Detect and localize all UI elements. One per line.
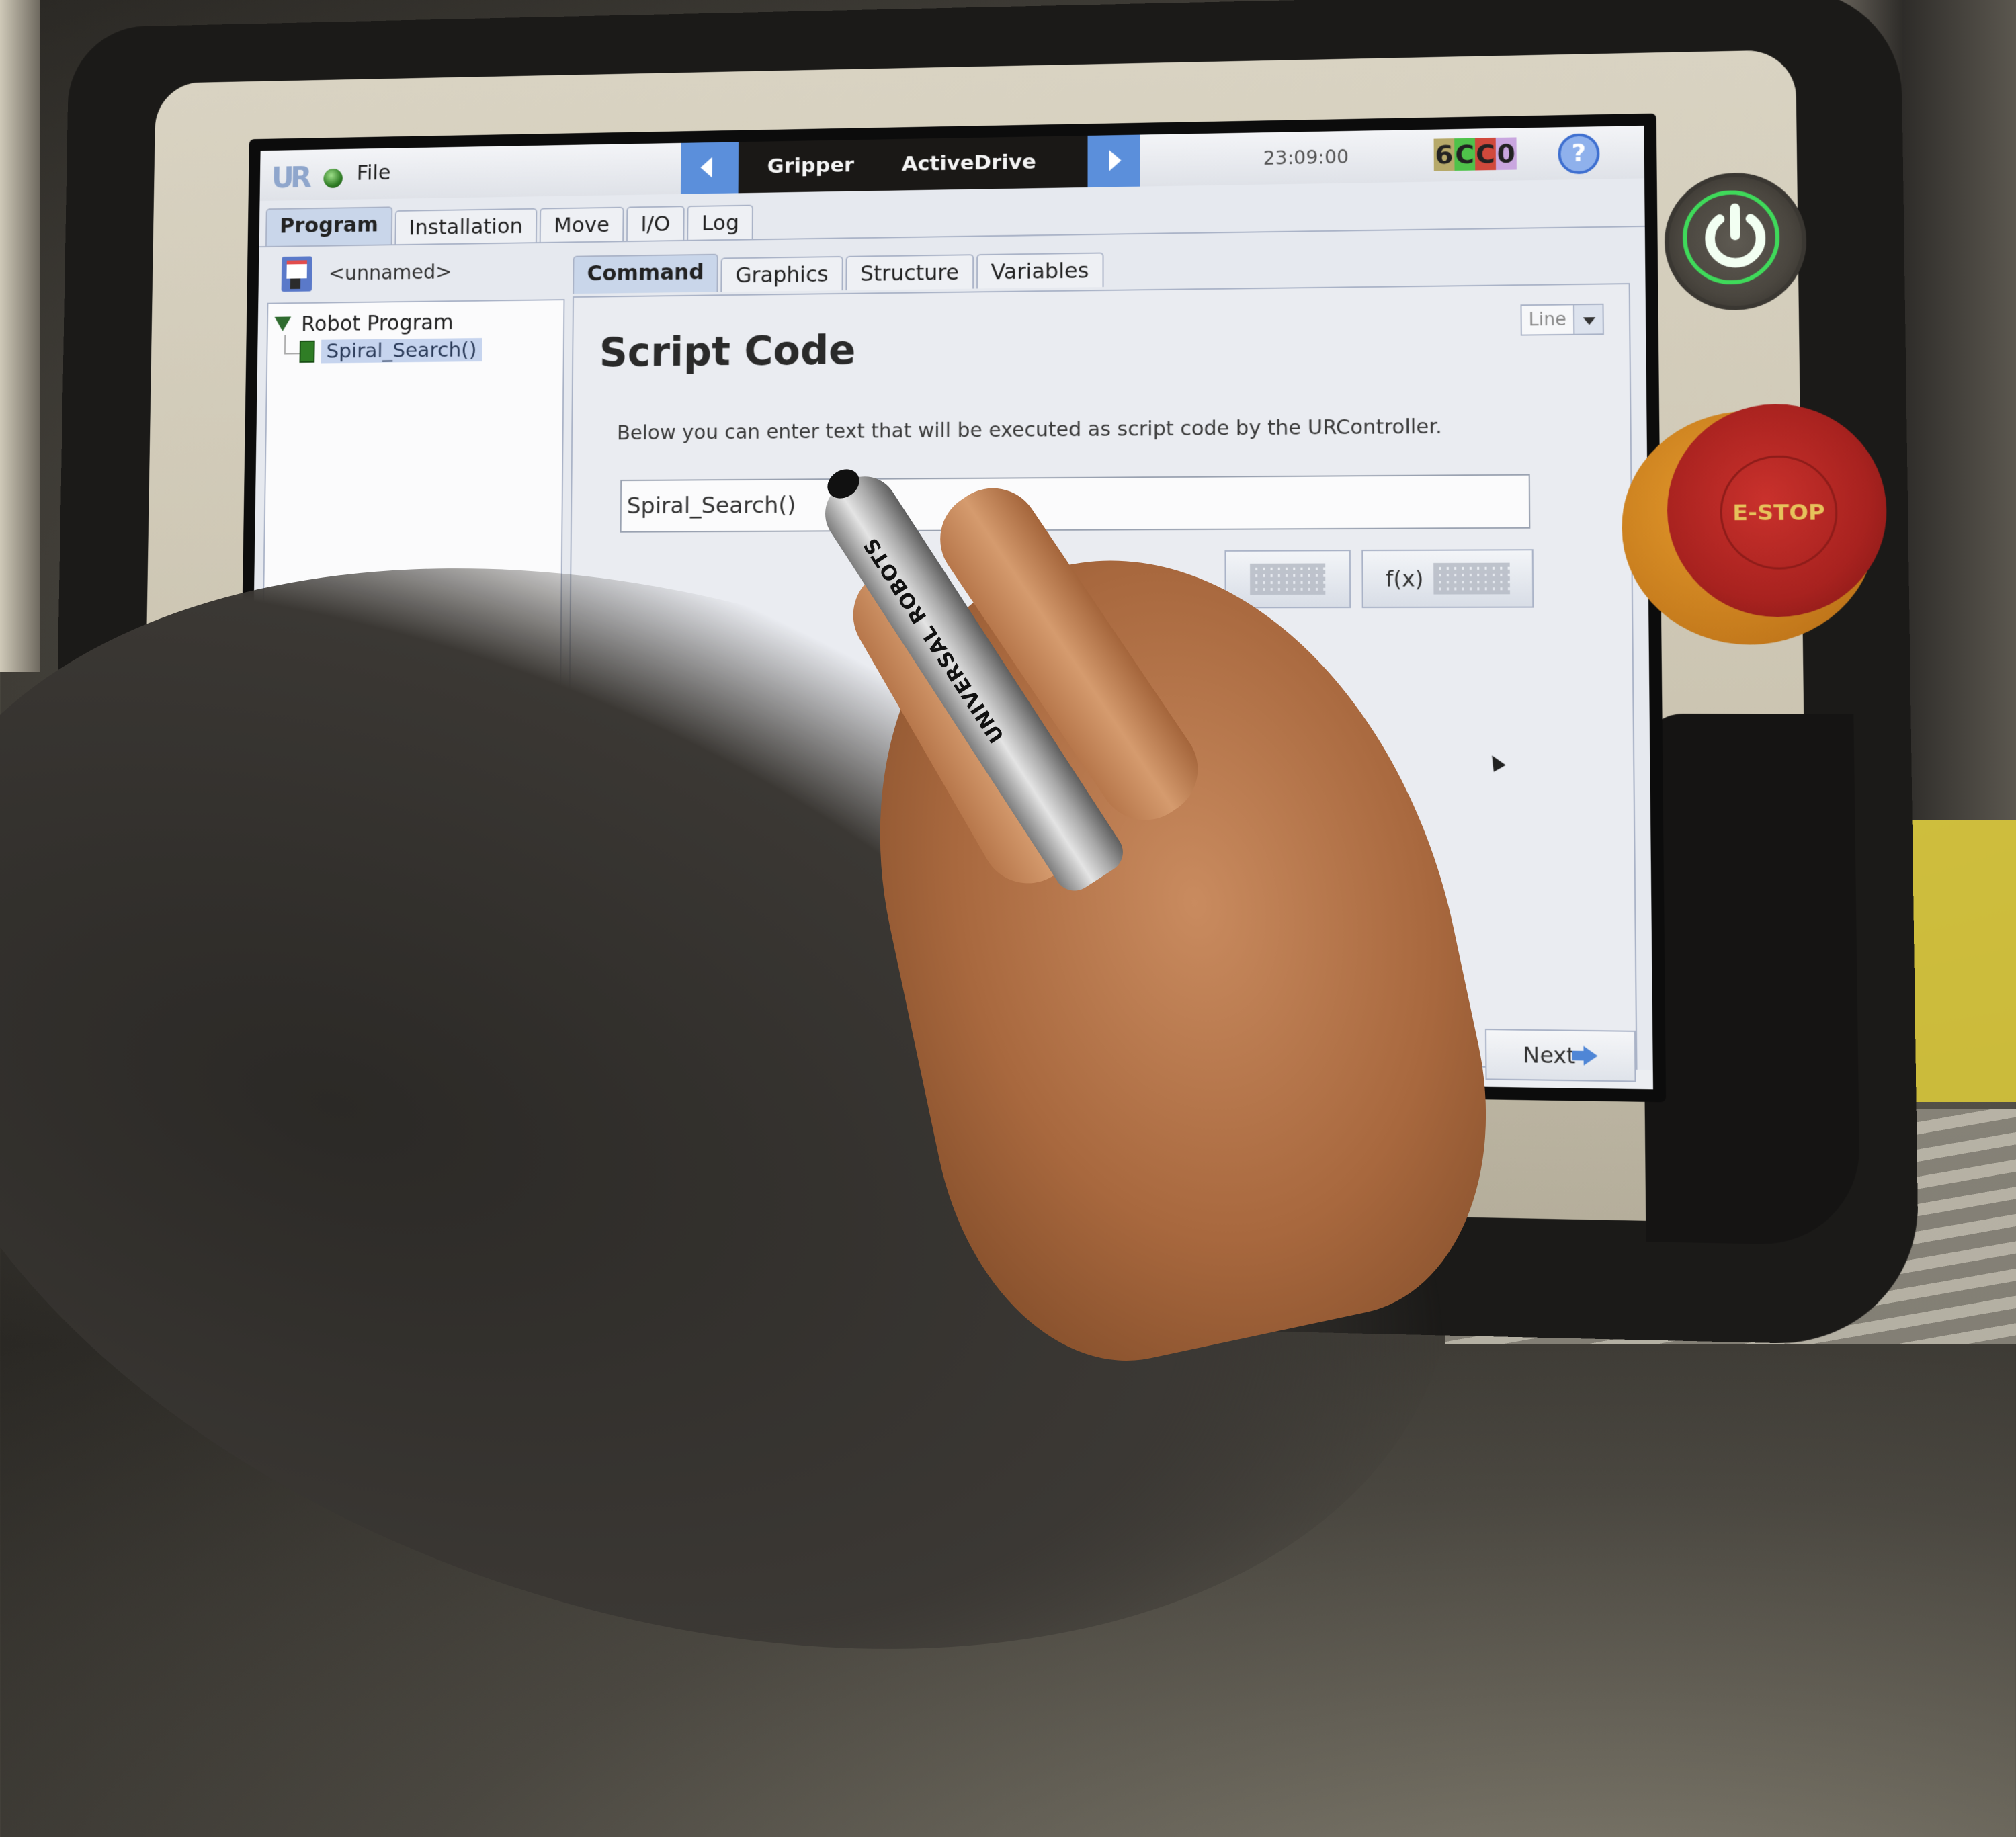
arrow-right-icon: [1584, 1046, 1598, 1066]
status-char: 6: [1434, 138, 1455, 171]
clock: 23:09:00: [1263, 146, 1349, 169]
status-char: C: [1454, 138, 1475, 171]
program-name-row: <unnamed>: [282, 254, 452, 292]
next-label: Next: [1523, 1041, 1575, 1068]
power-icon: [1696, 200, 1774, 275]
tab-io[interactable]: I/O: [626, 206, 685, 241]
tab-program[interactable]: Program: [265, 206, 392, 246]
toolbar-scroll-right-button[interactable]: [1088, 135, 1140, 187]
tab-move[interactable]: Move: [540, 207, 624, 242]
chevron-right-icon: [1109, 150, 1121, 171]
tab-structure[interactable]: Structure: [845, 254, 974, 290]
status-char: C: [1475, 138, 1496, 171]
dropdown-value: Line: [1521, 305, 1574, 334]
expression-editor-button[interactable]: f(x): [1361, 549, 1534, 608]
header-bar: UR File Gripper ActiveDrive 23:09:00 6 C: [260, 126, 1644, 201]
chevron-down-icon[interactable]: [1574, 305, 1603, 334]
mouse-cursor-icon: [1486, 752, 1505, 772]
sub-tabs: Command Graphics Structure Variables: [573, 249, 1106, 294]
tab-installation[interactable]: Installation: [394, 208, 537, 245]
tree-node-robot-program[interactable]: Robot Program: [274, 310, 454, 337]
script-node-icon: [299, 341, 314, 363]
tab-command[interactable]: Command: [573, 254, 718, 294]
fx-label: f(x): [1386, 566, 1424, 592]
expand-triangle-icon[interactable]: [274, 316, 291, 331]
save-floppy-icon[interactable]: [282, 256, 312, 292]
urcap-toolbar: Gripper ActiveDrive: [739, 136, 1088, 193]
tree-node-spiral-search[interactable]: Spiral_Search(): [299, 338, 482, 364]
help-icon[interactable]: ?: [1558, 133, 1599, 174]
keyboard-button[interactable]: [1224, 550, 1351, 608]
estop-cap: E-STOP: [1720, 455, 1839, 570]
toolbar-scroll-left-button[interactable]: [681, 142, 739, 194]
next-button[interactable]: Next: [1485, 1029, 1636, 1082]
tab-variables[interactable]: Variables: [976, 253, 1104, 289]
keyboard-icon: [1433, 563, 1510, 595]
estop-label: E-STOP: [1732, 499, 1825, 526]
file-menu[interactable]: File: [357, 160, 391, 185]
script-mode-dropdown[interactable]: Line: [1520, 304, 1604, 336]
program-name: <unnamed>: [329, 261, 452, 285]
emergency-stop-button[interactable]: E-STOP: [1666, 403, 1888, 617]
tree-node-label: Spiral_Search(): [321, 338, 482, 364]
urcap-gripper-button[interactable]: Gripper: [767, 153, 854, 178]
keyboard-icon: [1250, 564, 1325, 595]
background-wall: [0, 0, 40, 672]
tab-log[interactable]: Log: [687, 205, 754, 240]
tab-graphics[interactable]: Graphics: [721, 256, 843, 292]
robot-status-icon[interactable]: [323, 169, 343, 188]
script-code-input[interactable]: Spiral_Search(): [620, 474, 1531, 533]
pendant-grip: [1641, 714, 1861, 1246]
chevron-left-icon: [700, 157, 712, 177]
urcap-activedrive-button[interactable]: ActiveDrive: [902, 150, 1036, 176]
tree-connector: [284, 335, 300, 354]
page-title: Script Code: [599, 327, 856, 376]
tree-node-label: Robot Program: [301, 310, 454, 336]
status-char: 0: [1496, 137, 1517, 170]
description-text: Below you can enter text that will be ex…: [617, 415, 1442, 445]
ur-logo: UR: [271, 161, 308, 195]
status-code-badge: 6 C C 0: [1434, 137, 1517, 171]
main-tabs: Program Installation Move I/O Log: [265, 200, 756, 246]
